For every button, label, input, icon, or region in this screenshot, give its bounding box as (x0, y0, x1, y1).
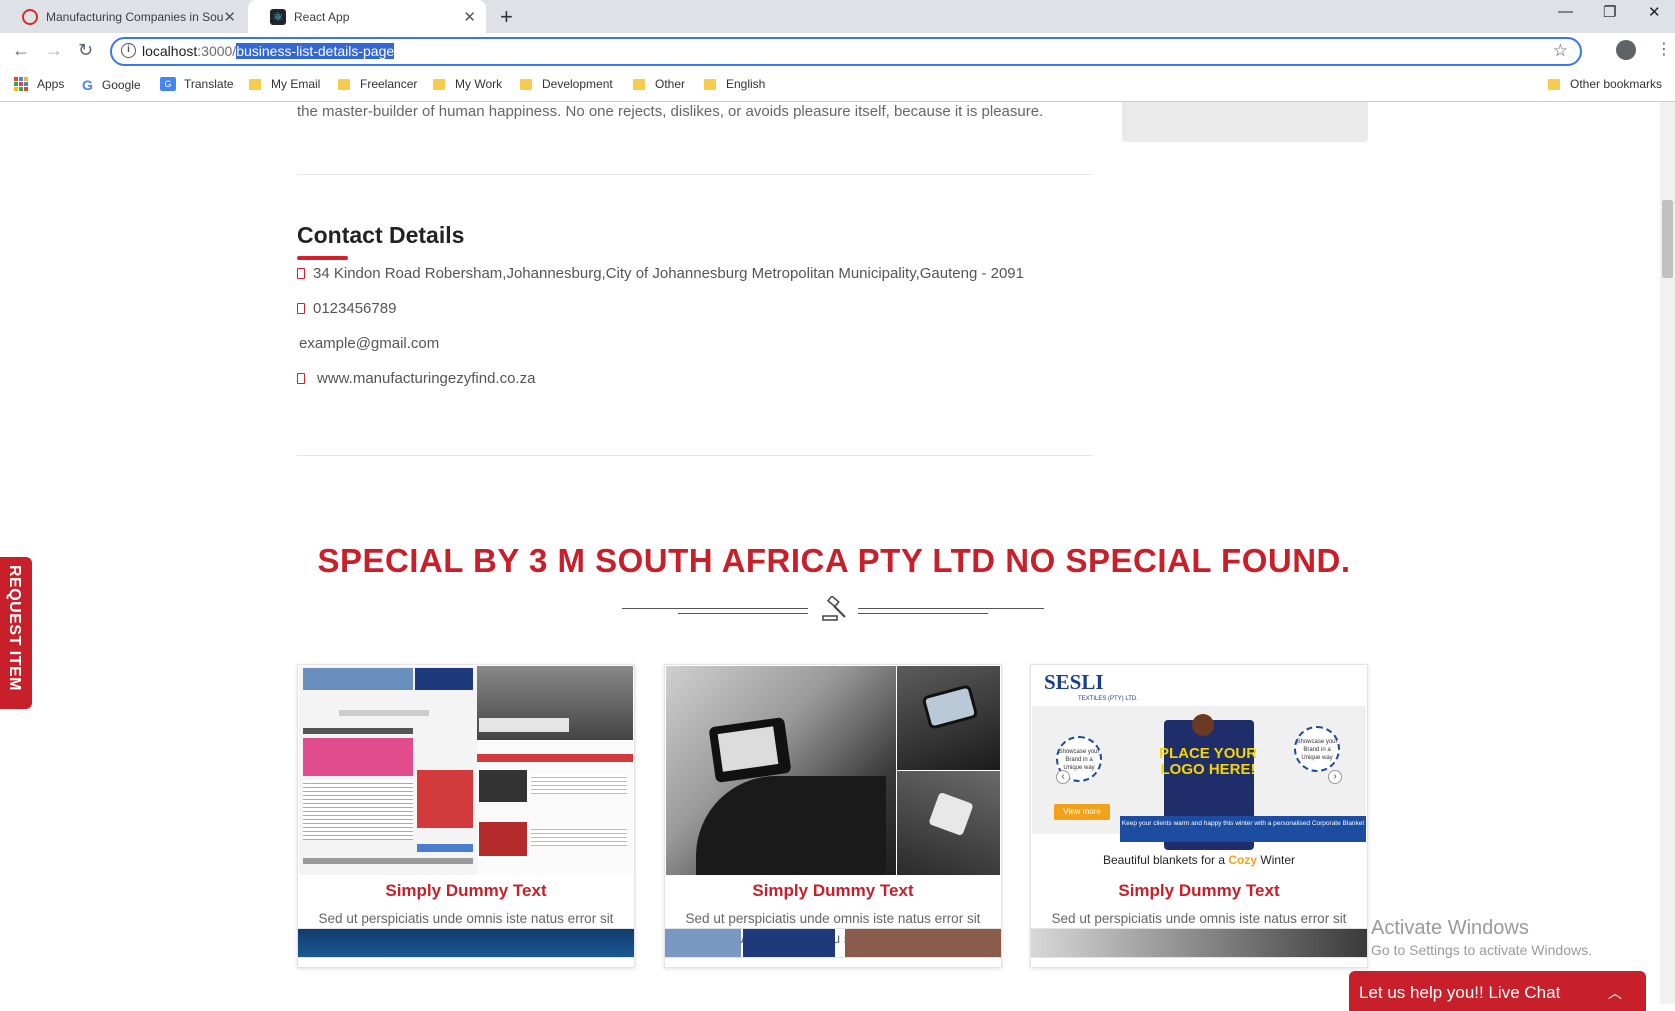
contact-email: example@gmail.com (299, 335, 439, 352)
page-content: the master-builder of human happiness. N… (0, 102, 1660, 1004)
browser-toolbar: ← → ↻ i localhost:3000/business-list-det… (0, 33, 1675, 70)
map-marker-icon (297, 268, 305, 279)
folder-icon (1548, 78, 1560, 90)
scrollbar-thumb[interactable] (1662, 200, 1673, 278)
special-title: SPECIAL BY 3 M SOUTH AFRICA PTY LTD NO S… (317, 542, 1351, 579)
close-tab-icon[interactable]: ✕ (223, 8, 236, 26)
special-card-partial[interactable] (1030, 928, 1368, 958)
chevron-up-icon: ︿ (1608, 985, 1622, 1001)
card-image-car-mount (666, 666, 1000, 875)
special-card[interactable]: Simply Dummy Text Sed ut perspiciatis un… (664, 664, 1002, 968)
bookmarks-bar: Apps G Google G Translate My Email Freel… (0, 70, 1675, 102)
folder-icon (633, 78, 645, 90)
title-ornament (622, 594, 1044, 624)
minimize-icon[interactable]: — (1558, 3, 1573, 20)
translate-icon: G (160, 77, 176, 91)
restore-icon[interactable]: ❐ (1603, 3, 1616, 21)
phone-icon (297, 303, 305, 314)
folder-icon (249, 78, 261, 90)
bookmark-google[interactable]: G Google (82, 77, 141, 93)
bookmark-development[interactable]: Development (520, 77, 613, 91)
bookmark-freelancer[interactable]: Freelancer (338, 77, 417, 91)
special-card[interactable]: SESLI TEXTILES (PTY) LTD. PLACE YOUR LOG… (1030, 664, 1368, 968)
apps-grid-icon (14, 77, 28, 91)
special-card-partial[interactable] (297, 928, 635, 958)
activate-windows-watermark: Activate Windows Go to Settings to activ… (1371, 917, 1592, 958)
carousel-next-icon[interactable]: › (1328, 770, 1342, 784)
url-text[interactable]: localhost:3000/business-list-details-pag… (142, 43, 395, 59)
place-logo-text: PLACE YOUR LOGO HERE! (1158, 745, 1258, 778)
contact-website: www.manufacturingezyfind.co.za (297, 370, 535, 387)
bookmark-translate[interactable]: G Translate (160, 77, 234, 91)
google-icon: G (82, 77, 93, 93)
request-item-tab[interactable]: REQUEST ITEM (0, 557, 32, 709)
about-text: the master-builder of human happiness. N… (297, 103, 1044, 120)
email-link[interactable]: example@gmail.com (299, 335, 439, 352)
bookmark-star-icon[interactable]: ☆ (1553, 41, 1568, 61)
bookmark-other-bookmarks[interactable]: Other bookmarks (1548, 77, 1662, 91)
sesli-logo: SESLI (1044, 670, 1104, 694)
sidebar-rating-box (1122, 102, 1368, 142)
cozy-winter-text: Beautiful blankets for a Cozy Winter (1102, 853, 1296, 867)
section-divider (297, 455, 1093, 456)
close-tab-icon[interactable]: ✕ (463, 8, 476, 26)
live-chat-button[interactable]: Let us help you!! Live Chat ︿ (1349, 971, 1646, 1011)
forward-icon[interactable]: → (45, 40, 63, 61)
browser-tabbar: Manufacturing Companies in Sou ✕ ⚛ React… (0, 0, 1675, 33)
page-scrollbar[interactable] (1660, 102, 1675, 1004)
gavel-icon (822, 596, 846, 621)
bookmark-english[interactable]: English (704, 77, 765, 91)
card-image-sesli: SESLI TEXTILES (PTY) LTD. PLACE YOUR LOG… (1032, 666, 1366, 875)
card-title[interactable]: Simply Dummy Text (665, 881, 1001, 901)
bookmark-apps[interactable]: Apps (14, 77, 64, 91)
tab-title: React App (294, 9, 350, 24)
title-underline (297, 256, 348, 260)
browser-menu-icon[interactable]: ⋮ (1656, 39, 1672, 59)
website-link[interactable]: www.manufacturingezyfind.co.za (317, 370, 535, 387)
section-divider (297, 174, 1093, 175)
contact-details-title: Contact Details (297, 222, 465, 248)
new-tab-icon[interactable]: + (500, 4, 513, 30)
bookmark-other[interactable]: Other (633, 77, 685, 91)
tab-title: Manufacturing Companies in Sou (46, 9, 224, 24)
site-info-icon[interactable]: i (121, 43, 136, 58)
bookmark-my-work[interactable]: My Work (433, 77, 502, 91)
bookmark-my-email[interactable]: My Email (249, 77, 320, 91)
promo-bar-text: Keep your clients warm and happy this wi… (1120, 816, 1366, 842)
contact-phone: 0123456789 (297, 300, 396, 317)
folder-icon (704, 78, 716, 90)
card-title[interactable]: Simply Dummy Text (1031, 881, 1367, 901)
react-favicon-icon: ⚛ (270, 8, 286, 25)
reload-icon[interactable]: ↻ (78, 40, 93, 61)
special-card-partial[interactable] (664, 928, 1002, 958)
card-title[interactable]: Simply Dummy Text (298, 881, 634, 901)
view-more-button[interactable]: View more (1054, 804, 1110, 820)
folder-icon (338, 78, 350, 90)
sesli-subtitle: TEXTILES (PTY) LTD. (1078, 696, 1138, 702)
window-close-icon[interactable]: ✕ (1648, 3, 1661, 21)
showcase-badge-right: Showcase your Brand in a Unique way (1294, 726, 1340, 772)
tab-react-app[interactable]: ⚛ React App ✕ (248, 0, 486, 33)
special-card[interactable]: Simply Dummy Text Sed ut perspiciatis un… (297, 664, 635, 968)
tab-manufacturing[interactable]: Manufacturing Companies in Sou ✕ (0, 0, 246, 33)
site-favicon-icon (22, 8, 38, 25)
card-image-news (299, 666, 633, 875)
globe-icon (297, 373, 305, 384)
folder-icon (520, 78, 532, 90)
carousel-prev-icon[interactable]: ‹ (1056, 770, 1070, 784)
folder-icon (433, 78, 445, 90)
back-icon[interactable]: ← (12, 40, 30, 61)
contact-address: 34 Kindon Road Robersham,Johannesburg,Ci… (297, 265, 1024, 282)
address-bar[interactable]: i localhost:3000/business-list-details-p… (110, 37, 1582, 66)
account-icon[interactable] (1616, 40, 1636, 60)
